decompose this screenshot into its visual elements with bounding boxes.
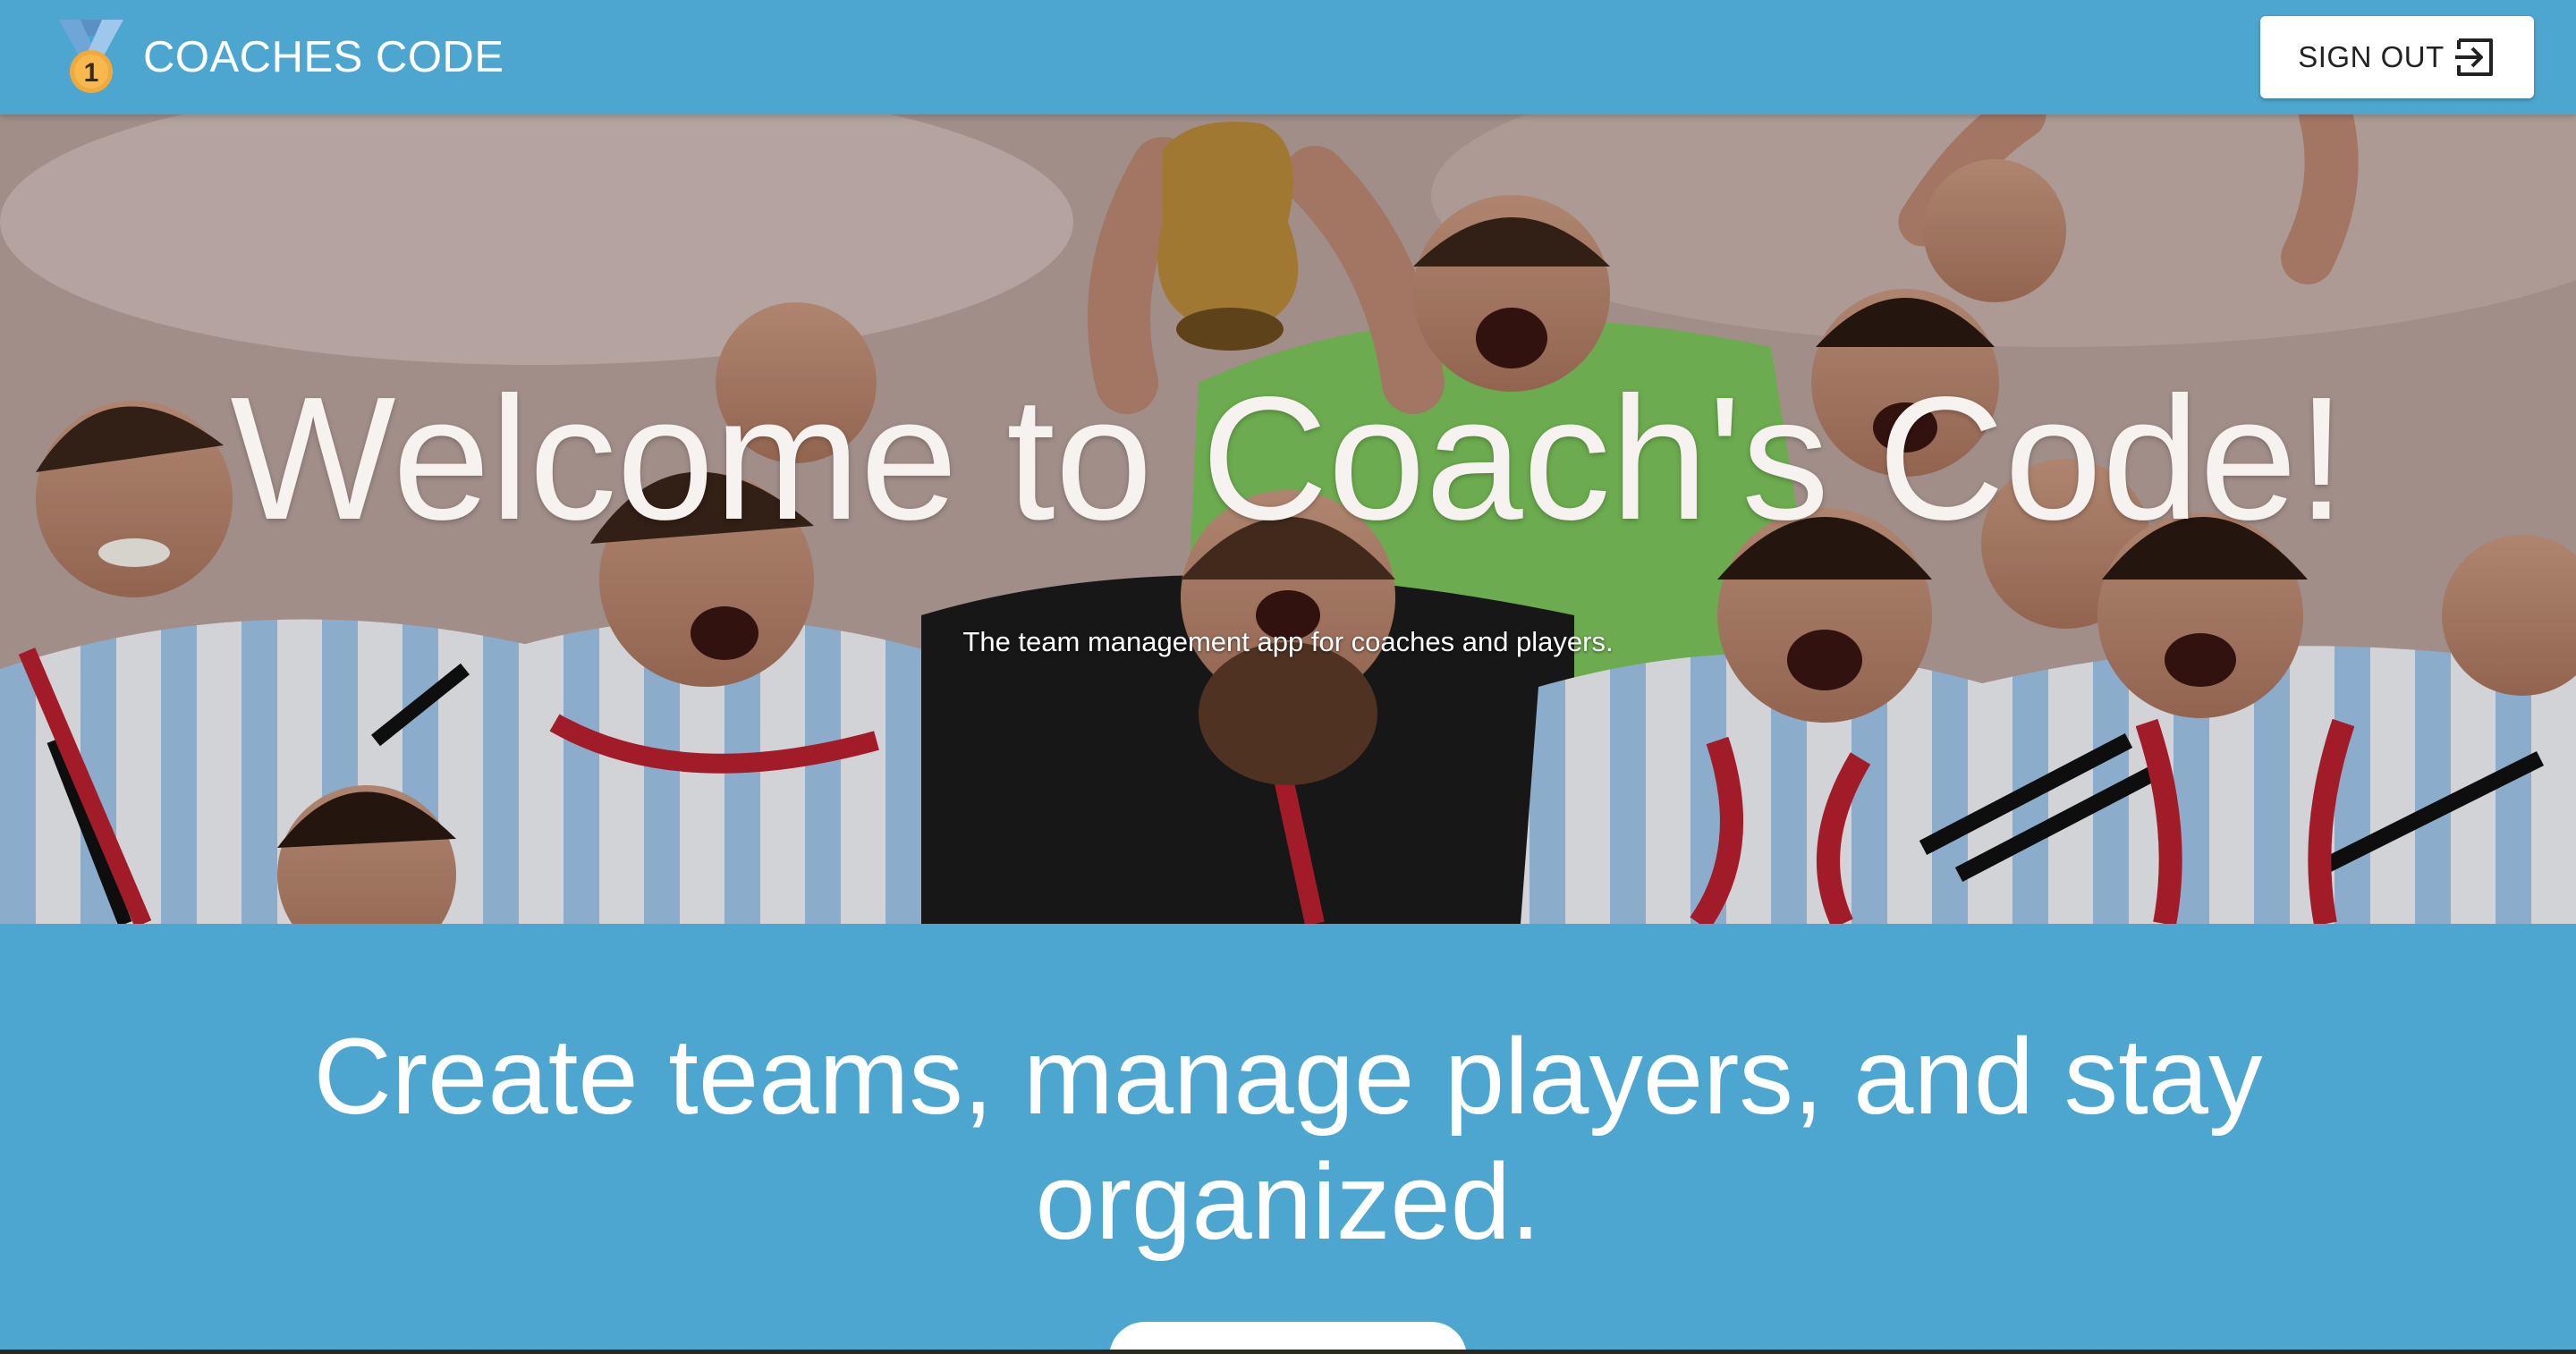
medal-number: 1 bbox=[84, 58, 99, 88]
page-bottom-edge bbox=[0, 1350, 2576, 1354]
feature-heading: Create teams, manage players, and stay o… bbox=[313, 1015, 2263, 1262]
medal-first-place-icon: 1 bbox=[59, 20, 123, 93]
top-app-bar: 1 COACHES CODE SIGN OUT bbox=[0, 0, 2576, 114]
brand-name[interactable]: COACHES CODE bbox=[143, 30, 504, 84]
hero-banner: Welcome to Coach's Code! The team manage… bbox=[0, 114, 2576, 924]
sign-out-label: SIGN OUT bbox=[2298, 40, 2445, 73]
feature-section: Create teams, manage players, and stay o… bbox=[0, 924, 2576, 1354]
sign-out-icon bbox=[2454, 38, 2493, 76]
hero-title: Welcome to Coach's Code! bbox=[230, 360, 2346, 556]
sign-out-button[interactable]: SIGN OUT bbox=[2260, 16, 2534, 98]
page: 1 COACHES CODE SIGN OUT Welcome to Coach… bbox=[0, 0, 2576, 1354]
hero-subtitle: The team management app for coaches and … bbox=[962, 626, 1614, 657]
